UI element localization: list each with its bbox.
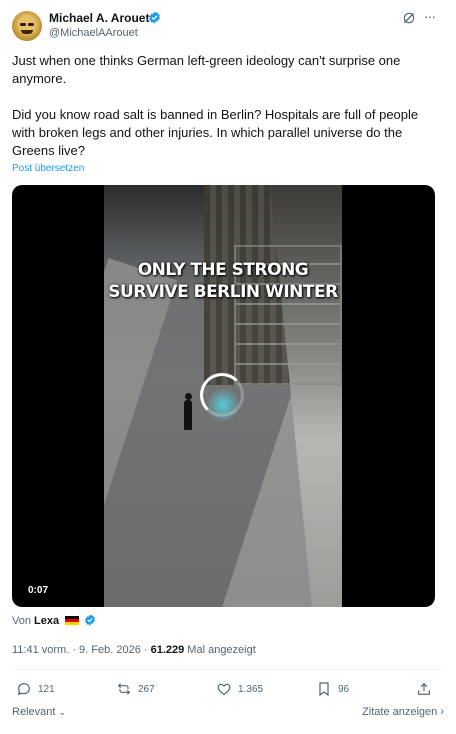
repost-icon [117,683,131,695]
credit-name[interactable]: Lexa [34,615,59,627]
credit-prefix: Von [12,615,31,627]
video-player[interactable]: ONLY THE STRONG SURVIVE BERLIN WINTER 0:… [12,185,435,607]
chevron-right-icon: › [440,706,444,718]
view-count: 61.229 [150,644,185,656]
quotes-label: Zitate anzeigen [362,706,438,718]
sort-dropdown[interactable]: Relevant ⌄ [12,706,66,718]
more-options-icon[interactable]: ··· [424,9,436,24]
video-timestamp: 0:07 [28,585,49,596]
like-count: 1.365 [238,683,264,695]
tweet-timestamp[interactable]: 11:41 vorm. · 9. Feb. 2026 · [12,644,151,656]
video-frame: ONLY THE STRONG SURVIVE BERLIN WINTER [104,185,342,607]
germany-flag-icon [65,616,80,625]
pedestrian-figure [184,400,192,430]
video-caption: ONLY THE STRONG SURVIVE BERLIN WINTER [108,260,338,302]
reply-count: 121 [38,683,55,695]
views-label: Mal angezeigt [184,644,256,656]
heart-icon [217,683,231,696]
repost-button[interactable]: 267 [116,680,155,698]
divider [12,669,444,670]
tweet-header: Michael A. Arouet @MichaelAArouet ··· [0,0,456,46]
reply-icon [17,683,30,696]
view-quotes-link[interactable]: Zitate anzeigen › [362,706,444,718]
bookmark-count: 96 [338,683,350,695]
bookmark-button[interactable]: 96 [316,680,349,698]
author-name[interactable]: Michael A. Arouet [49,11,149,25]
bookmark-icon [319,682,329,697]
reply-button[interactable]: 121 [16,680,55,698]
grok-icon[interactable] [402,11,416,25]
author-avatar[interactable] [12,11,42,41]
chevron-down-icon: ⌄ [58,707,67,717]
translate-link[interactable]: Post übersetzen [12,163,84,174]
repost-count: 267 [138,683,155,695]
share-button[interactable] [416,680,438,698]
author-handle[interactable]: @MichaelAArouet [49,27,138,39]
share-icon [418,682,430,695]
verified-badge-icon [85,614,96,626]
like-button[interactable]: 1.365 [216,680,263,698]
sort-label: Relevant [12,706,56,718]
video-credit: Von Lexa [12,614,96,627]
action-bar: 121 267 1.365 96 [12,680,444,700]
verified-badge-icon [149,11,160,24]
tweet-text: Just when one thinks German left-green i… [12,53,419,158]
tweet-meta: 11:41 vorm. · 9. Feb. 2026 · 61.229 Mal … [12,644,256,656]
loading-spinner-icon [200,373,244,417]
